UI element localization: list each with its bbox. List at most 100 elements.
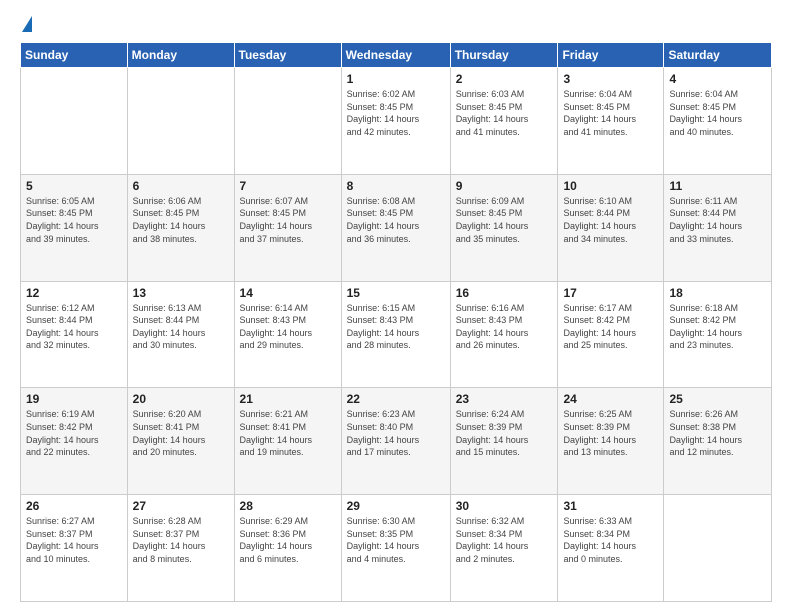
day-number: 22 [347, 392, 445, 406]
day-info: Sunrise: 6:11 AM Sunset: 8:44 PM Dayligh… [669, 195, 766, 245]
day-number: 1 [347, 72, 445, 86]
calendar-cell [664, 495, 772, 602]
calendar-week-2: 5Sunrise: 6:05 AM Sunset: 8:45 PM Daylig… [21, 174, 772, 281]
day-info: Sunrise: 6:07 AM Sunset: 8:45 PM Dayligh… [240, 195, 336, 245]
day-number: 16 [456, 286, 553, 300]
day-info: Sunrise: 6:15 AM Sunset: 8:43 PM Dayligh… [347, 302, 445, 352]
day-info: Sunrise: 6:29 AM Sunset: 8:36 PM Dayligh… [240, 515, 336, 565]
day-info: Sunrise: 6:24 AM Sunset: 8:39 PM Dayligh… [456, 408, 553, 458]
day-number: 20 [133, 392, 229, 406]
day-info: Sunrise: 6:20 AM Sunset: 8:41 PM Dayligh… [133, 408, 229, 458]
calendar-cell: 21 Sunrise: 6:21 AM Sunset: 8:41 PM Dayli… [234, 388, 341, 495]
calendar-cell [21, 68, 128, 175]
day-number: 23 [456, 392, 553, 406]
day-info: Sunrise: 6:02 AM Sunset: 8:45 PM Dayligh… [347, 88, 445, 138]
calendar-week-4: 19Sunrise: 6:19 AM Sunset: 8:42 PM Dayli… [21, 388, 772, 495]
day-number: 6 [133, 179, 229, 193]
day-info: Sunrise: 6:04 AM Sunset: 8:45 PM Dayligh… [669, 88, 766, 138]
day-number: 7 [240, 179, 336, 193]
calendar-cell: 19Sunrise: 6:19 AM Sunset: 8:42 PM Dayli… [21, 388, 128, 495]
weekday-header-sunday: Sunday [21, 43, 128, 68]
day-info: Sunrise: 6:06 AM Sunset: 8:45 PM Dayligh… [133, 195, 229, 245]
calendar-cell: 2 Sunrise: 6:03 AM Sunset: 8:45 PM Daylig… [450, 68, 558, 175]
weekday-header-wednesday: Wednesday [341, 43, 450, 68]
weekday-header-tuesday: Tuesday [234, 43, 341, 68]
day-number: 28 [240, 499, 336, 513]
day-number: 21 [240, 392, 336, 406]
day-info: Sunrise: 6:03 AM Sunset: 8:45 PM Dayligh… [456, 88, 553, 138]
day-number: 25 [669, 392, 766, 406]
calendar-cell: 1 Sunrise: 6:02 AM Sunset: 8:45 PM Daylig… [341, 68, 450, 175]
day-info: Sunrise: 6:17 AM Sunset: 8:42 PM Dayligh… [563, 302, 658, 352]
day-info: Sunrise: 6:21 AM Sunset: 8:41 PM Dayligh… [240, 408, 336, 458]
day-number: 9 [456, 179, 553, 193]
logo-triangle-icon [22, 16, 32, 32]
calendar-cell: 27 Sunrise: 6:28 AM Sunset: 8:37 PM Dayli… [127, 495, 234, 602]
header [20, 16, 772, 32]
day-info: Sunrise: 6:28 AM Sunset: 8:37 PM Dayligh… [133, 515, 229, 565]
calendar-table: SundayMondayTuesdayWednesdayThursdayFrid… [20, 42, 772, 602]
calendar-cell: 15Sunrise: 6:15 AM Sunset: 8:43 PM Dayli… [341, 281, 450, 388]
day-info: Sunrise: 6:09 AM Sunset: 8:45 PM Dayligh… [456, 195, 553, 245]
day-number: 11 [669, 179, 766, 193]
calendar-cell: 18 Sunrise: 6:18 AM Sunset: 8:42 PM Dayli… [664, 281, 772, 388]
logo [20, 16, 32, 32]
calendar-cell: 20 Sunrise: 6:20 AM Sunset: 8:41 PM Dayli… [127, 388, 234, 495]
weekday-header-row: SundayMondayTuesdayWednesdayThursdayFrid… [21, 43, 772, 68]
calendar-week-5: 26 Sunrise: 6:27 AM Sunset: 8:37 PM Dayli… [21, 495, 772, 602]
day-number: 8 [347, 179, 445, 193]
calendar-cell: 9 Sunrise: 6:09 AM Sunset: 8:45 PM Daylig… [450, 174, 558, 281]
calendar-cell: 7 Sunrise: 6:07 AM Sunset: 8:45 PM Daylig… [234, 174, 341, 281]
day-number: 26 [26, 499, 122, 513]
day-number: 12 [26, 286, 122, 300]
calendar-cell: 3 Sunrise: 6:04 AM Sunset: 8:45 PM Daylig… [558, 68, 664, 175]
calendar-cell: 16 Sunrise: 6:16 AM Sunset: 8:43 PM Dayli… [450, 281, 558, 388]
calendar-cell: 8Sunrise: 6:08 AM Sunset: 8:45 PM Daylig… [341, 174, 450, 281]
day-info: Sunrise: 6:32 AM Sunset: 8:34 PM Dayligh… [456, 515, 553, 565]
day-info: Sunrise: 6:26 AM Sunset: 8:38 PM Dayligh… [669, 408, 766, 458]
day-info: Sunrise: 6:18 AM Sunset: 8:42 PM Dayligh… [669, 302, 766, 352]
day-number: 29 [347, 499, 445, 513]
calendar-cell: 30 Sunrise: 6:32 AM Sunset: 8:34 PM Dayli… [450, 495, 558, 602]
day-info: Sunrise: 6:16 AM Sunset: 8:43 PM Dayligh… [456, 302, 553, 352]
day-number: 2 [456, 72, 553, 86]
day-info: Sunrise: 6:12 AM Sunset: 8:44 PM Dayligh… [26, 302, 122, 352]
day-info: Sunrise: 6:30 AM Sunset: 8:35 PM Dayligh… [347, 515, 445, 565]
page: SundayMondayTuesdayWednesdayThursdayFrid… [0, 0, 792, 612]
calendar-cell: 17 Sunrise: 6:17 AM Sunset: 8:42 PM Dayli… [558, 281, 664, 388]
day-info: Sunrise: 6:25 AM Sunset: 8:39 PM Dayligh… [563, 408, 658, 458]
calendar-week-3: 12 Sunrise: 6:12 AM Sunset: 8:44 PM Dayli… [21, 281, 772, 388]
calendar-cell: 12 Sunrise: 6:12 AM Sunset: 8:44 PM Dayli… [21, 281, 128, 388]
day-info: Sunrise: 6:04 AM Sunset: 8:45 PM Dayligh… [563, 88, 658, 138]
day-info: Sunrise: 6:23 AM Sunset: 8:40 PM Dayligh… [347, 408, 445, 458]
day-number: 4 [669, 72, 766, 86]
calendar-cell: 4 Sunrise: 6:04 AM Sunset: 8:45 PM Daylig… [664, 68, 772, 175]
day-info: Sunrise: 6:13 AM Sunset: 8:44 PM Dayligh… [133, 302, 229, 352]
day-number: 31 [563, 499, 658, 513]
calendar-cell: 10Sunrise: 6:10 AM Sunset: 8:44 PM Dayli… [558, 174, 664, 281]
weekday-header-thursday: Thursday [450, 43, 558, 68]
day-info: Sunrise: 6:14 AM Sunset: 8:43 PM Dayligh… [240, 302, 336, 352]
calendar-cell: 29 Sunrise: 6:30 AM Sunset: 8:35 PM Dayli… [341, 495, 450, 602]
day-info: Sunrise: 6:19 AM Sunset: 8:42 PM Dayligh… [26, 408, 122, 458]
day-info: Sunrise: 6:27 AM Sunset: 8:37 PM Dayligh… [26, 515, 122, 565]
day-number: 27 [133, 499, 229, 513]
calendar-cell: 24 Sunrise: 6:25 AM Sunset: 8:39 PM Dayli… [558, 388, 664, 495]
day-number: 24 [563, 392, 658, 406]
day-info: Sunrise: 6:10 AM Sunset: 8:44 PM Dayligh… [563, 195, 658, 245]
calendar-cell: 26 Sunrise: 6:27 AM Sunset: 8:37 PM Dayli… [21, 495, 128, 602]
calendar-cell [234, 68, 341, 175]
day-number: 3 [563, 72, 658, 86]
calendar-cell: 28 Sunrise: 6:29 AM Sunset: 8:36 PM Dayli… [234, 495, 341, 602]
day-info: Sunrise: 6:05 AM Sunset: 8:45 PM Dayligh… [26, 195, 122, 245]
day-number: 18 [669, 286, 766, 300]
calendar-cell: 14Sunrise: 6:14 AM Sunset: 8:43 PM Dayli… [234, 281, 341, 388]
calendar-cell: 5Sunrise: 6:05 AM Sunset: 8:45 PM Daylig… [21, 174, 128, 281]
day-info: Sunrise: 6:33 AM Sunset: 8:34 PM Dayligh… [563, 515, 658, 565]
calendar-week-1: 1 Sunrise: 6:02 AM Sunset: 8:45 PM Daylig… [21, 68, 772, 175]
calendar-cell: 6 Sunrise: 6:06 AM Sunset: 8:45 PM Daylig… [127, 174, 234, 281]
day-number: 17 [563, 286, 658, 300]
day-number: 30 [456, 499, 553, 513]
calendar-cell: 23 Sunrise: 6:24 AM Sunset: 8:39 PM Dayli… [450, 388, 558, 495]
calendar-cell: 31 Sunrise: 6:33 AM Sunset: 8:34 PM Dayli… [558, 495, 664, 602]
